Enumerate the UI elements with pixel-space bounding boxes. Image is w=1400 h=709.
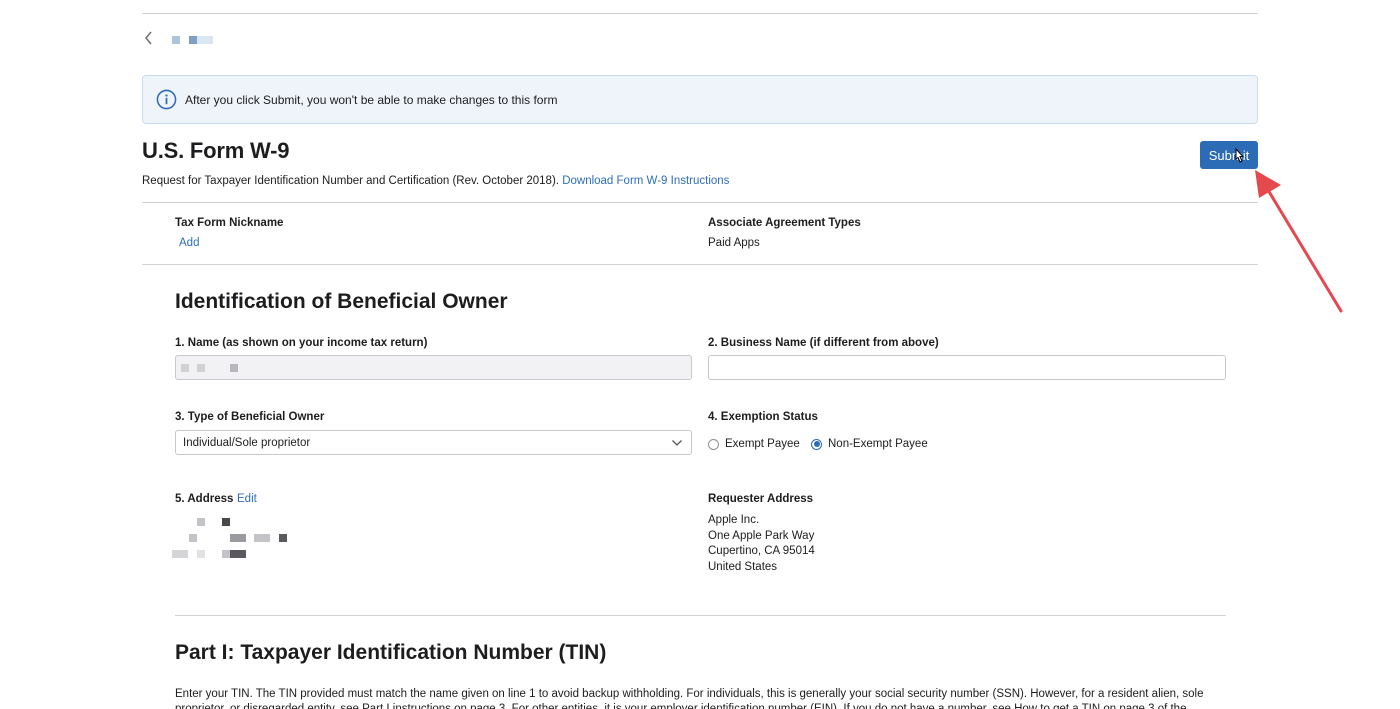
name-field [175, 355, 692, 380]
divider [175, 615, 1226, 616]
annotation-arrow-icon [1255, 170, 1343, 313]
tin-heading: Part I: Taxpayer Identification Number (… [175, 641, 607, 664]
business-name-input[interactable] [708, 355, 1226, 380]
exempt-payee-radio[interactable] [708, 438, 719, 450]
owner-type-select[interactable]: Individual/Sole proprietor [175, 430, 692, 455]
page-title: U.S. Form W-9 [142, 138, 290, 163]
non-exempt-payee-label: Non-Exempt Payee [828, 438, 928, 450]
add-nickname-link[interactable]: Add [179, 237, 199, 249]
owner-type-value: Individual/Sole proprietor [183, 436, 311, 449]
instructions-link[interactable]: Download Form W-9 Instructions [562, 175, 729, 187]
agreement-types-label: Associate Agreement Types [708, 217, 861, 229]
agreement-types-value: Paid Apps [708, 237, 760, 249]
business-name-label: 2. Business Name (if different from abov… [708, 337, 939, 349]
chevron-down-icon [672, 439, 682, 446]
info-banner: After you click Submit, you won't be abl… [142, 75, 1258, 124]
divider [142, 202, 1258, 203]
divider [142, 264, 1258, 265]
requester-line: One Apple Park Way [708, 529, 815, 542]
exempt-payee-option[interactable]: Exempt Payee [708, 438, 800, 450]
subtitle-text: Request for Taxpayer Identification Numb… [142, 175, 559, 187]
edit-address-link[interactable]: Edit [237, 493, 257, 505]
page-subtitle: Request for Taxpayer Identification Numb… [142, 175, 729, 187]
chevron-left-icon[interactable] [142, 29, 156, 47]
identification-heading: Identification of Beneficial Owner [175, 290, 508, 313]
address-label: 5. Address [175, 493, 234, 505]
nickname-label: Tax Form Nickname [175, 217, 284, 229]
exemption-label: 4. Exemption Status [708, 411, 818, 423]
banner-message: After you click Submit, you won't be abl… [185, 92, 558, 107]
requester-line: United States [708, 560, 778, 573]
tin-instructions: Enter your TIN. The TIN provided must ma… [175, 688, 1204, 709]
name-label: 1. Name (as shown on your income tax ret… [175, 337, 428, 349]
mouse-pointer-icon [1235, 147, 1245, 163]
requester-line: Apple Inc. [708, 514, 760, 526]
owner-type-label: 3. Type of Beneficial Owner [175, 411, 325, 423]
info-icon [156, 89, 177, 110]
requester-address: Apple Inc. One Apple Park Way Cupertino,… [708, 513, 815, 575]
requester-line: Cupertino, CA 95014 [708, 545, 815, 557]
top-divider [142, 13, 1258, 14]
exempt-payee-label: Exempt Payee [725, 438, 800, 450]
non-exempt-payee-option[interactable]: Non-Exempt Payee [811, 438, 928, 450]
requester-address-label: Requester Address [708, 493, 814, 505]
non-exempt-payee-radio[interactable] [811, 438, 822, 450]
